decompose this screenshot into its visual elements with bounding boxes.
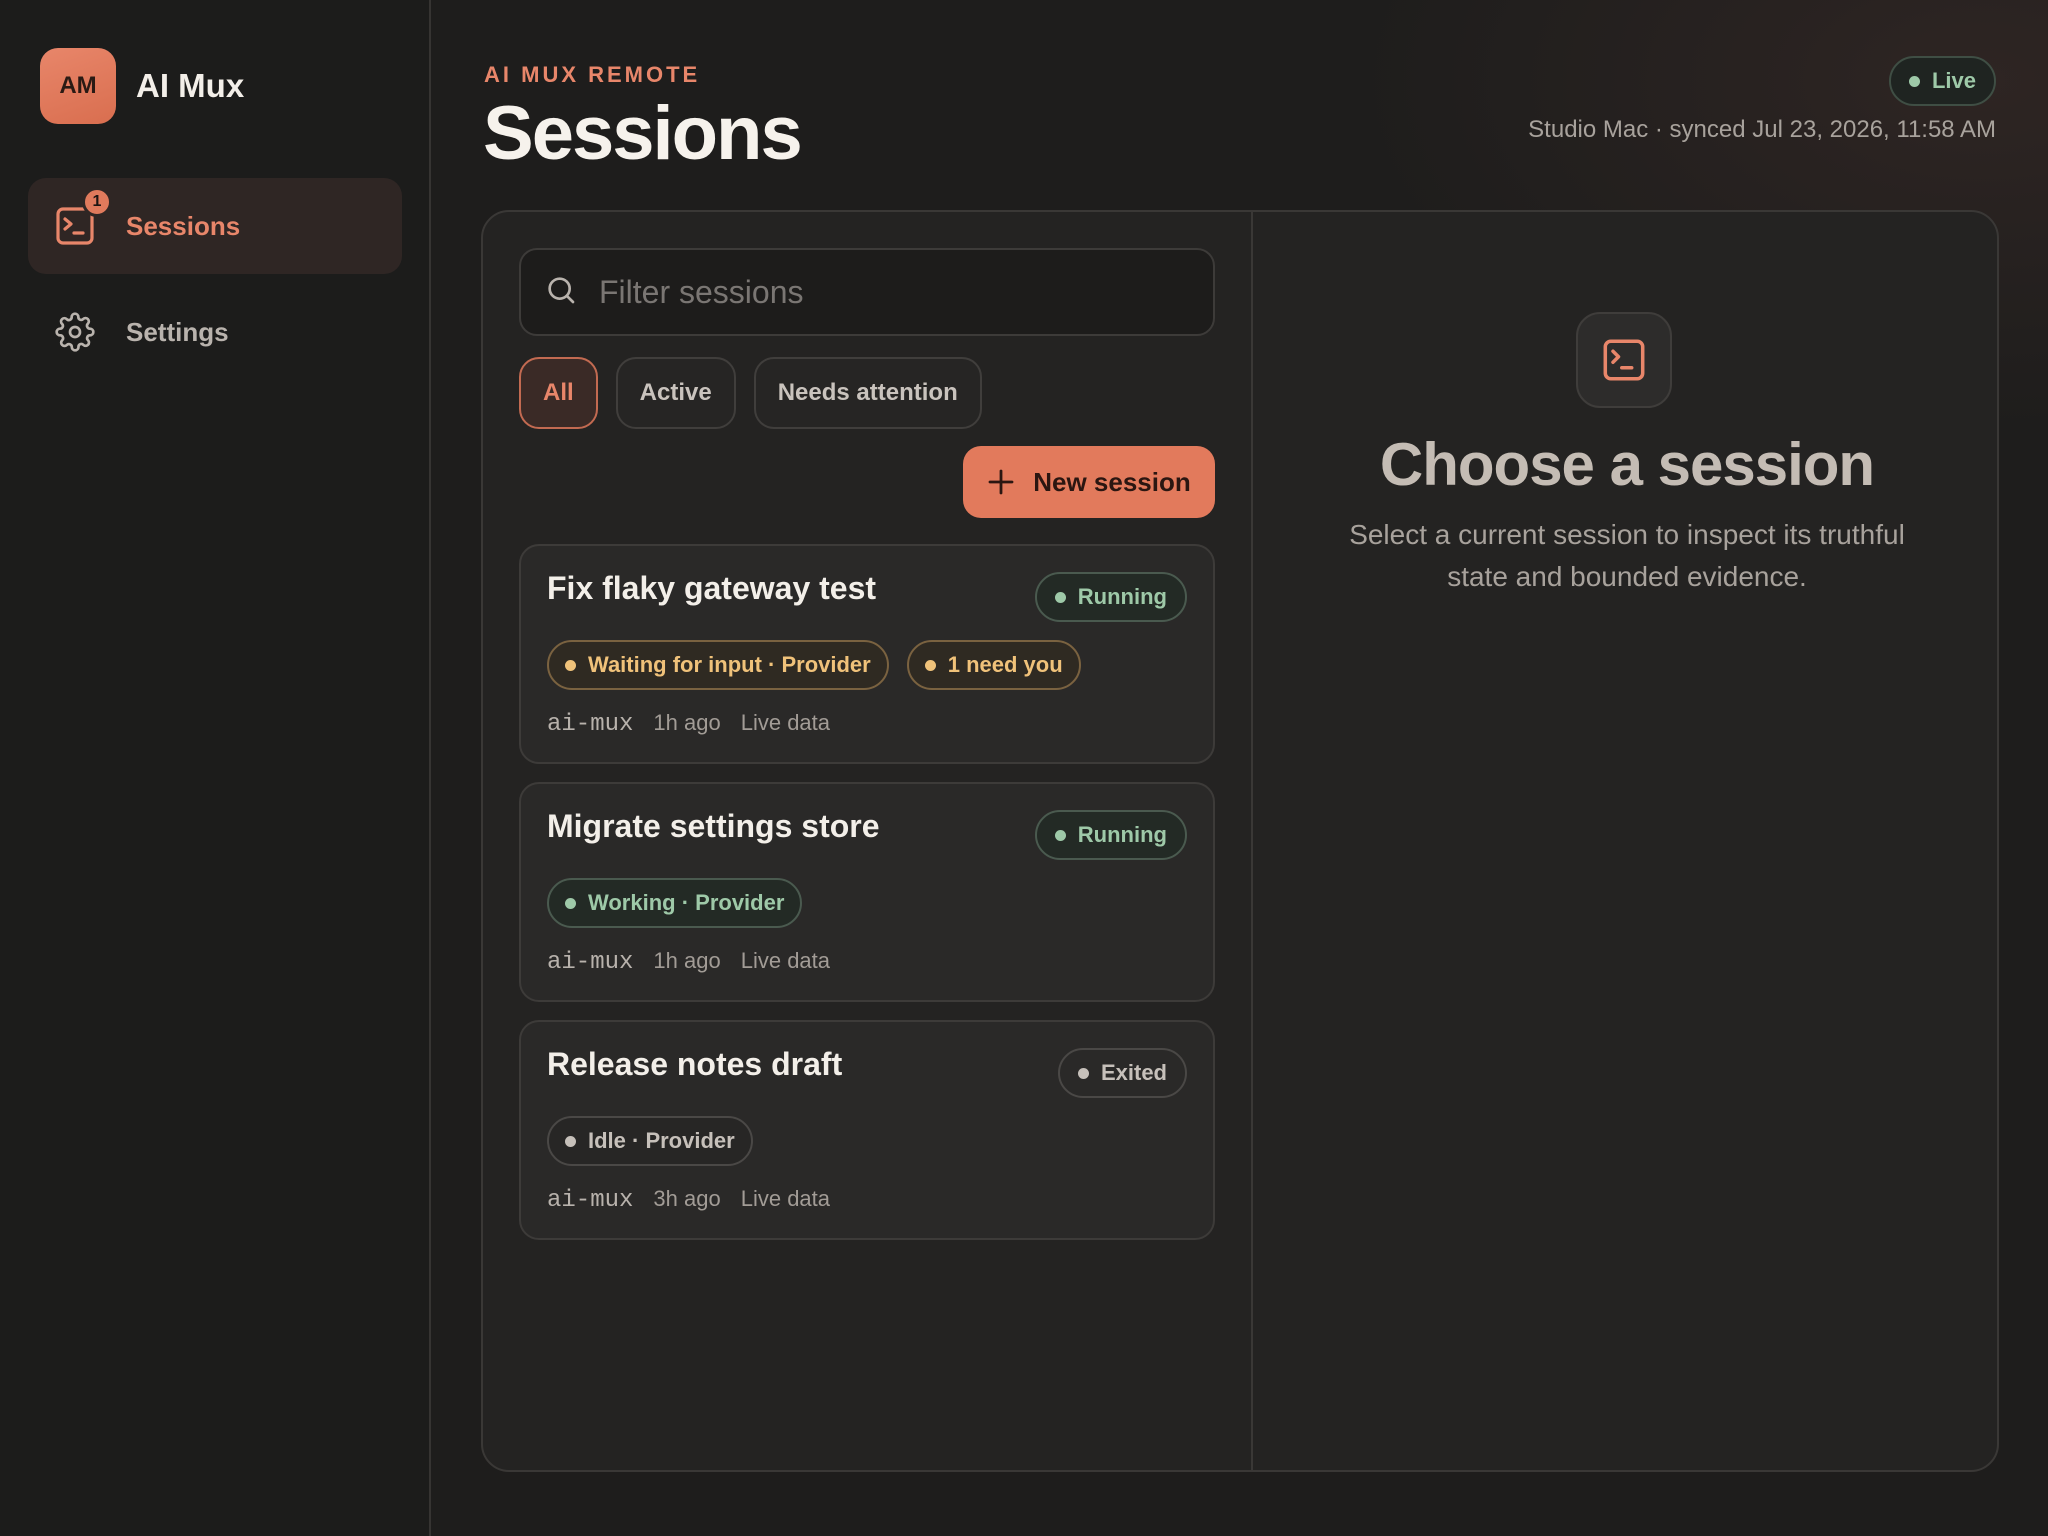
terminal-icon: 1: [52, 187, 112, 249]
brand-name: AI Mux: [136, 67, 245, 104]
session-age: 1h ago: [653, 948, 721, 973]
live-status-badge: Live: [1888, 56, 1996, 106]
session-workspace: ai-mux: [547, 949, 634, 976]
status-label: Running: [1077, 584, 1167, 609]
new-session-label: New session: [1033, 466, 1191, 497]
attention-tag: 1 need you: [906, 640, 1081, 690]
session-tags: Idle · Provider: [547, 1116, 753, 1166]
session-tags: Working · Provider: [547, 878, 803, 928]
app-window: AM AI Mux 1 Sessions Settings AI MUX REM…: [0, 0, 2048, 1536]
session-title: Release notes draft: [547, 1046, 843, 1082]
status-badge: Running: [1034, 810, 1187, 860]
empty-state-title: Choose a session: [1379, 431, 1875, 498]
status-label: Exited: [1100, 1060, 1167, 1085]
session-tags: Waiting for input · Provider 1 need you: [547, 640, 1081, 690]
tag-dot-icon: [565, 659, 576, 671]
session-meta: ai-mux 1h ago Live data: [547, 948, 830, 976]
panel-divider: [1251, 212, 1253, 1470]
new-session-button[interactable]: New session: [963, 446, 1215, 518]
activity-tag: Waiting for input · Provider: [547, 640, 889, 690]
session-source: Live data: [740, 1186, 831, 1211]
status-badge: Running: [1034, 572, 1187, 622]
activity-tag: Working · Provider: [547, 878, 803, 928]
session-age: 1h ago: [653, 710, 721, 735]
status-dot-icon: [1054, 829, 1066, 841]
search-icon: [545, 274, 577, 311]
status-dot-icon: [1077, 1067, 1089, 1079]
status-dot-icon: [1054, 591, 1066, 603]
filter-chips: All Active Needs attention: [519, 357, 982, 429]
tag-label: Working · Provider: [588, 890, 785, 915]
empty-state-description: Select a current session to inspect its …: [1349, 519, 1905, 592]
main-content: AI MUX REMOTE Sessions Live Studio Mac ·…: [433, 0, 2048, 1536]
search-input[interactable]: [599, 273, 1199, 311]
page-eyebrow: AI MUX REMOTE: [484, 62, 701, 87]
sessions-panel: All Active Needs attention New session F…: [481, 210, 1999, 1472]
status-label: Running: [1077, 822, 1167, 847]
session-workspace: ai-mux: [547, 1187, 634, 1214]
tag-label: Waiting for input · Provider: [588, 652, 871, 677]
sync-status: Studio Mac · synced Jul 23, 2026, 11:58 …: [1528, 116, 1996, 143]
session-card[interactable]: Migrate settings store Running Working ·…: [519, 782, 1215, 1002]
page-title: Sessions: [483, 91, 803, 176]
plus-icon: [987, 468, 1015, 496]
session-meta: ai-mux 1h ago Live data: [547, 710, 830, 738]
filter-chip-needs-attention[interactable]: Needs attention: [753, 357, 982, 429]
tag-dot-icon: [565, 1135, 576, 1147]
gear-icon: [52, 309, 98, 355]
session-card[interactable]: Release notes draft Exited Idle · Provid…: [519, 1020, 1215, 1240]
sessions-badge: 1: [82, 187, 112, 217]
tag-label: 1 need you: [947, 652, 1063, 677]
tag-label: Idle · Provider: [588, 1128, 735, 1153]
filter-chip-all[interactable]: All: [519, 357, 598, 429]
session-source: Live data: [740, 710, 831, 735]
session-title: Fix flaky gateway test: [547, 570, 877, 606]
tag-dot-icon: [565, 897, 576, 909]
activity-tag: Idle · Provider: [547, 1116, 753, 1166]
session-workspace: ai-mux: [547, 711, 634, 738]
sidebar-item-label: Settings: [126, 316, 229, 347]
sidebar-item-settings[interactable]: Settings: [28, 284, 402, 380]
live-label: Live: [1931, 68, 1976, 93]
session-card[interactable]: Fix flaky gateway test Running Waiting f…: [519, 544, 1215, 764]
brand: AM AI Mux: [40, 48, 244, 124]
brand-avatar: AM: [40, 48, 116, 124]
sidebar: AM AI Mux 1 Sessions Settings: [0, 0, 431, 1536]
tag-dot-icon: [924, 659, 936, 671]
session-age: 3h ago: [653, 1186, 721, 1211]
session-source: Live data: [740, 948, 831, 973]
search-field[interactable]: [519, 248, 1215, 336]
filter-chip-active[interactable]: Active: [615, 357, 736, 429]
sidebar-item-sessions[interactable]: 1 Sessions: [28, 178, 402, 274]
session-title: Migrate settings store: [547, 808, 880, 844]
live-dot-icon: [1908, 75, 1920, 87]
sidebar-item-label: Sessions: [126, 210, 241, 241]
session-meta: ai-mux 3h ago Live data: [547, 1186, 830, 1214]
terminal-icon: [1576, 312, 1672, 408]
status-badge: Exited: [1057, 1048, 1187, 1098]
